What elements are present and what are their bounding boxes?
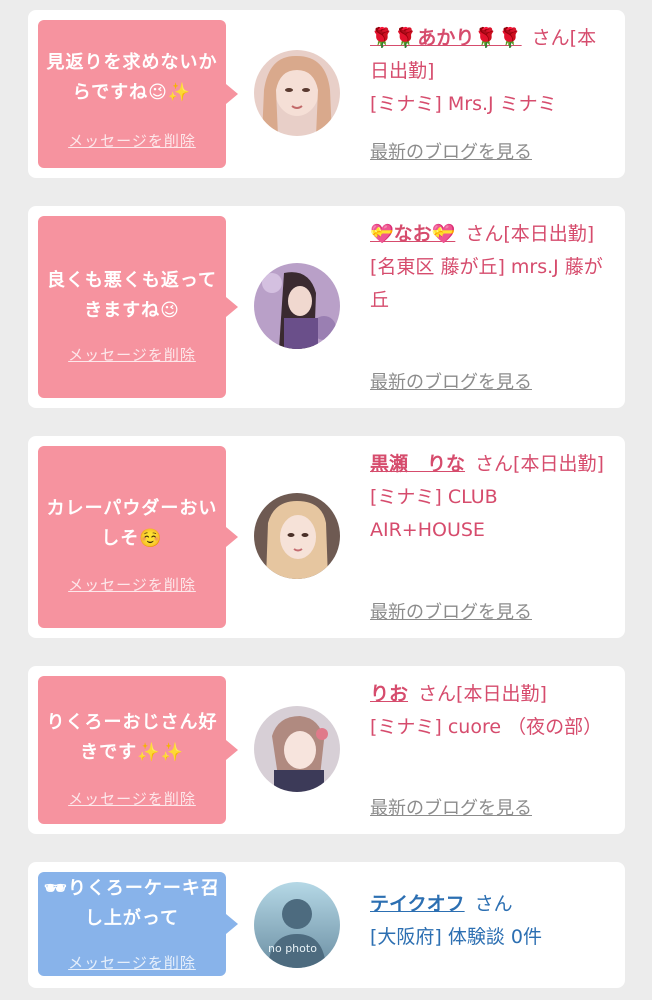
- message-text: 良くも悪くも返ってきますね😉: [46, 270, 218, 321]
- message-bubble: りくろーおじさん好きです✨✨ メッセージを削除: [38, 676, 238, 824]
- cast-name-link[interactable]: 🌹🌹あかり🌹🌹: [370, 27, 522, 49]
- delete-message-link[interactable]: メッセージを削除: [38, 130, 226, 151]
- shop-name[interactable]: [ミナミ] cuore （夜の部）: [370, 716, 602, 738]
- user-name-link[interactable]: テイクオフ: [370, 893, 465, 915]
- message-text: カレーパウダーおいしそ☺️: [46, 498, 218, 549]
- latest-blog-link[interactable]: 最新のブログを見る: [370, 598, 532, 624]
- work-status: [本日出勤]: [513, 453, 604, 475]
- profile-info: テイクオフ さん [大阪府] 体験談 0件: [370, 888, 615, 954]
- avatar[interactable]: [254, 263, 340, 349]
- work-status: [本日出勤]: [503, 223, 595, 245]
- shop-name[interactable]: [ミナミ] Mrs.J ミナミ: [370, 93, 557, 115]
- delete-message-link[interactable]: メッセージを削除: [38, 574, 226, 595]
- message-bubble: 良くも悪くも返ってきますね😉 メッセージを削除: [38, 216, 238, 398]
- no-photo-text: no photo: [268, 942, 317, 955]
- message-card: りくろーおじさん好きです✨✨ メッセージを削除 りお さん[本日出勤] [ミナミ]…: [28, 666, 625, 834]
- cast-name-link[interactable]: 黒瀬 りな: [370, 453, 465, 475]
- honorific: さん: [465, 223, 504, 245]
- honorific: さん: [475, 453, 514, 475]
- shop-name[interactable]: [ミナミ] CLUB AIR+HOUSE: [370, 486, 498, 541]
- profile-info: 黒瀬 りな さん[本日出勤] [ミナミ] CLUB AIR+HOUSE: [370, 448, 615, 547]
- cast-name-link[interactable]: 💝なお💝: [370, 223, 455, 245]
- honorific: さん: [418, 683, 457, 705]
- delete-message-link[interactable]: メッセージを削除: [38, 952, 226, 973]
- work-status: [本日出勤]: [456, 683, 547, 705]
- latest-blog-link[interactable]: 最新のブログを見る: [370, 794, 532, 820]
- message-card: 良くも悪くも返ってきますね😉 メッセージを削除 💝なお💝 さん[本日出勤] [名東…: [28, 206, 625, 408]
- message-text: りくろーおじさん好きです✨✨: [46, 712, 218, 763]
- delete-message-link[interactable]: メッセージを削除: [38, 788, 226, 809]
- shop-name[interactable]: [名東区 藤が丘] mrs.J 藤が丘: [370, 256, 603, 311]
- latest-blog-link[interactable]: 最新のブログを見る: [370, 138, 532, 164]
- profile-info: 🌹🌹あかり🌹🌹 さん[本日出勤] [ミナミ] Mrs.J ミナミ: [370, 22, 615, 121]
- delete-message-link[interactable]: メッセージを削除: [38, 344, 226, 365]
- profile-info: りお さん[本日出勤] [ミナミ] cuore （夜の部）: [370, 678, 615, 744]
- avatar[interactable]: [254, 706, 340, 792]
- message-bubble: 見返りを求めないからですね😉✨ メッセージを削除: [38, 20, 238, 168]
- honorific: さん: [474, 893, 513, 915]
- message-card: 見返りを求めないからですね😉✨ メッセージを削除 🌹🌹あかり🌹🌹 さん[本日出勤]…: [28, 10, 625, 178]
- profile-info: 💝なお💝 さん[本日出勤] [名東区 藤が丘] mrs.J 藤が丘: [370, 218, 615, 317]
- latest-blog-link[interactable]: 最新のブログを見る: [370, 368, 532, 394]
- message-card: 🕶りくろーケーキ召し上がって メッセージを削除 no photo テイクオフ さん…: [28, 862, 625, 988]
- area-review-count[interactable]: [大阪府] 体験談 0件: [370, 926, 542, 948]
- message-text: 🕶りくろーケーキ召し上がって: [44, 878, 220, 929]
- cast-name-link[interactable]: りお: [370, 683, 408, 705]
- avatar[interactable]: [254, 50, 340, 136]
- avatar[interactable]: [254, 493, 340, 579]
- message-card: カレーパウダーおいしそ☺️ メッセージを削除 黒瀬 りな さん[本日出勤] [ミナ…: [28, 436, 625, 638]
- message-bubble: 🕶りくろーケーキ召し上がって メッセージを削除: [38, 872, 238, 976]
- message-list: 見返りを求めないからですね😉✨ メッセージを削除 🌹🌹あかり🌹🌹 さん[本日出勤]…: [0, 0, 652, 1000]
- avatar[interactable]: no photo: [254, 882, 340, 968]
- message-bubble: カレーパウダーおいしそ☺️ メッセージを削除: [38, 446, 238, 628]
- honorific: さん: [531, 27, 570, 49]
- message-text: 見返りを求めないからですね😉✨: [46, 52, 218, 103]
